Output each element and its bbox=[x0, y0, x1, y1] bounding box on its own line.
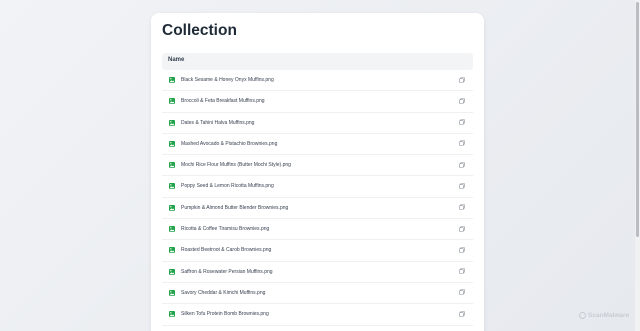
image-file-icon bbox=[169, 268, 175, 275]
copy-icon[interactable] bbox=[459, 76, 465, 83]
image-file-icon bbox=[169, 98, 175, 105]
watermark-text: ScanMalware bbox=[588, 312, 630, 319]
file-name: Saffron & Rosewater Persian Muffins.png bbox=[181, 268, 273, 275]
copy-icon[interactable] bbox=[459, 204, 465, 211]
file-name: Dates & Tahini Halva Muffins.png bbox=[181, 119, 255, 126]
page-scrollbar[interactable] bbox=[635, 0, 640, 331]
table-row[interactable]: Poppy Seed & Lemon Ricotta Muffins.png bbox=[162, 176, 473, 198]
image-file-icon bbox=[169, 247, 175, 254]
watermark: ScanMalware bbox=[579, 312, 629, 319]
copy-icon[interactable] bbox=[459, 97, 465, 104]
copy-icon[interactable] bbox=[459, 247, 465, 253]
file-name: Poppy Seed & Lemon Ricotta Muffins.png bbox=[181, 183, 274, 190]
table-row[interactable]: Silken Tofu Protein Bomb Brownies.png bbox=[162, 304, 473, 326]
image-file-icon bbox=[169, 226, 175, 233]
file-name: Savory Cheddar & Kimchi Muffins.png bbox=[181, 289, 266, 296]
table-header: Name bbox=[162, 53, 473, 70]
table-row[interactable]: Savory Cheddar & Kimchi Muffins.png bbox=[162, 283, 473, 305]
file-list: Black Sesame & Honey Onyx Muffins.png Bro… bbox=[162, 70, 473, 326]
name-column-header: Name bbox=[168, 57, 185, 63]
copy-icon[interactable] bbox=[459, 140, 465, 147]
file-name: Pumpkin & Almond Butter Blender Brownies… bbox=[181, 204, 289, 211]
file-name: Mashed Avocado & Pistachio Brownies.png bbox=[181, 140, 278, 147]
file-name: Broccoli & Feta Breakfast Muffins.png bbox=[181, 98, 265, 105]
table-row[interactable]: Mashed Avocado & Pistachio Brownies.png bbox=[162, 134, 473, 156]
copy-icon[interactable] bbox=[459, 268, 465, 274]
image-file-icon bbox=[169, 162, 175, 169]
image-file-icon bbox=[169, 119, 175, 126]
file-name: Mochi Rice Flour Muffins (Butter Mochi S… bbox=[181, 162, 291, 169]
copy-icon[interactable] bbox=[459, 119, 465, 125]
scrollbar-thumb[interactable] bbox=[636, 2, 639, 237]
file-name: Silken Tofu Protein Bomb Brownies.png bbox=[181, 311, 269, 318]
table-row[interactable]: Black Sesame & Honey Onyx Muffins.png bbox=[162, 70, 473, 92]
table-row[interactable]: Saffron & Rosewater Persian Muffins.png bbox=[162, 262, 473, 283]
image-file-icon bbox=[169, 77, 175, 83]
file-name: Ricotta & Coffee Tiramisu Brownies.png bbox=[181, 226, 270, 233]
copy-icon[interactable] bbox=[459, 310, 465, 317]
copy-icon[interactable] bbox=[459, 289, 465, 296]
table-row[interactable]: Mochi Rice Flour Muffins (Butter Mochi S… bbox=[162, 155, 473, 177]
image-file-icon bbox=[169, 204, 175, 211]
copy-icon[interactable] bbox=[459, 161, 465, 168]
page-title: Collection bbox=[162, 22, 237, 39]
image-file-icon bbox=[169, 289, 175, 296]
table-row[interactable]: Broccoli & Feta Breakfast Muffins.png bbox=[162, 91, 473, 113]
collection-card: Collection Name Black Sesame & Honey Ony… bbox=[151, 13, 484, 331]
image-file-icon bbox=[169, 311, 175, 318]
watermark-logo-icon bbox=[579, 312, 586, 319]
table-row[interactable]: Pumpkin & Almond Butter Blender Brownies… bbox=[162, 198, 473, 220]
table-row[interactable]: Ricotta & Coffee Tiramisu Brownies.png bbox=[162, 219, 473, 241]
image-file-icon bbox=[169, 140, 175, 147]
copy-icon[interactable] bbox=[459, 225, 465, 232]
image-file-icon bbox=[169, 183, 175, 190]
copy-icon[interactable] bbox=[459, 183, 465, 189]
file-name: Black Sesame & Honey Onyx Muffins.png bbox=[181, 77, 274, 83]
table-row[interactable]: Dates & Tahini Halva Muffins.png bbox=[162, 113, 473, 134]
file-name: Roasted Beetroot & Carob Brownies.png bbox=[181, 247, 272, 254]
table-row[interactable]: Roasted Beetroot & Carob Brownies.png bbox=[162, 240, 473, 262]
